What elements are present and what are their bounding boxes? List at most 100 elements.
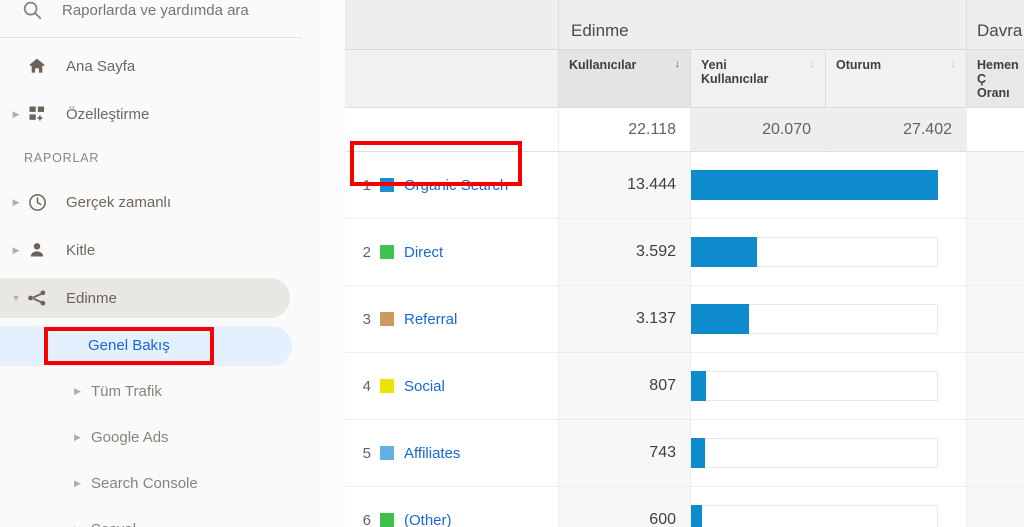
table-row[interactable]: 5 Affiliates 743 [345,420,1024,487]
sidebar-item-gercek-zamanli[interactable]: ▶ Gerçek zamanlı [0,178,322,226]
chevron-right-icon[interactable]: ▶ [74,386,83,396]
cell-bounce-rate [966,353,1024,419]
search-divider [0,37,302,38]
sidebar-item-genel-bakis[interactable]: Genel Bakış [0,322,322,368]
cell-users-value: 3.592 [558,219,690,285]
sidebar-item-label: Özelleştirme [66,105,150,123]
sidebar-item-label: Gerçek zamanlı [66,193,172,211]
channel-color-swatch [380,513,394,527]
cell-users-bar [690,152,966,218]
cell-users-bar [690,420,966,486]
row-rank: 2 [362,243,371,261]
chevron-right-icon[interactable]: ▶ [10,109,22,119]
bar-track [691,304,938,334]
sidebar-item-sosyal[interactable]: ▶ Sosyal [0,506,322,527]
channel-name-link[interactable]: Affiliates [404,445,460,462]
cell-bounce-rate [966,420,1024,486]
column-header-sessions[interactable]: Oturum ↓ [825,50,966,107]
cell-users-value: 13.444 [558,152,690,218]
cell-bounce-rate [966,286,1024,352]
channel-name-link[interactable]: Referral [404,311,457,328]
search-input[interactable] [62,1,292,19]
group-header-acquisition: Edinme [558,0,966,49]
cell-bounce-rate [966,487,1024,527]
table-row[interactable]: 6 (Other) 600 [345,487,1024,527]
chevron-right-icon[interactable]: ▶ [74,478,83,488]
home-icon [24,54,50,78]
column-header-users[interactable]: Kullanıcılar ↓ [558,50,690,107]
sidebar-item-ozellestirme[interactable]: ▶ Özelleştirme [0,90,322,138]
sort-icon[interactable]: ↓ [951,59,957,70]
table-column-header-row: Kullanıcılar ↓ Yeni Kullanıcılar ↓ Oturu… [345,50,1024,108]
column-header-dimension[interactable] [345,50,558,107]
column-header-new-users[interactable]: Yeni Kullanıcılar ↓ [690,50,825,107]
cell-dimension: 2 Direct [345,219,558,285]
chevron-down-icon[interactable]: ▼ [10,293,22,303]
table-row[interactable]: 1 Organic Search 13.444 [345,152,1024,219]
table-body: 1 Organic Search 13.444 2 Direct 3.592 3 Referr… [345,152,1024,527]
bar-track [691,371,938,401]
bar-fill [691,371,706,401]
chevron-right-icon[interactable]: ▶ [74,432,83,442]
channel-color-swatch [380,178,394,192]
left-sidebar: Ana Sayfa ▶ Özelleştirme RAPORLAR [0,0,322,527]
bar-fill [691,237,757,267]
bar-fill [691,505,702,527]
total-dimension [345,108,558,151]
sidebar-item-kitle[interactable]: ▶ Kitle [0,226,322,274]
cell-users-bar [690,286,966,352]
bar-track [691,170,938,200]
person-icon [24,238,50,262]
analytics-acquisition-overview: Ana Sayfa ▶ Özelleştirme RAPORLAR [0,0,1024,527]
cell-bounce-rate [966,219,1024,285]
sidebar-item-label: Ana Sayfa [66,57,136,75]
channel-color-swatch [380,245,394,259]
table-row[interactable]: 3 Referral 3.137 [345,286,1024,353]
cell-bounce-rate [966,152,1024,218]
sidebar-subitem-label: Sosyal [91,521,136,527]
sidebar-item-ana-sayfa[interactable]: Ana Sayfa [0,42,322,90]
row-rank: 6 [362,511,371,527]
cell-dimension: 3 Referral [345,286,558,352]
clock-icon [24,190,50,214]
table-group-header-row: Edinme Davra [345,0,1024,50]
channel-name-link[interactable]: Social [404,378,445,395]
cell-users-value: 600 [558,487,690,527]
channel-name-link[interactable]: (Other) [404,512,452,527]
chevron-right-icon[interactable]: ▶ [10,197,22,207]
cell-users-value: 807 [558,353,690,419]
channel-name-link[interactable]: Organic Search [404,177,508,194]
cell-dimension: 4 Social [345,353,558,419]
sidebar-item-tum-trafik[interactable]: ▶ Tüm Trafik [0,368,322,414]
table-totals-row: 22.118 20.070 27.402 [345,108,1024,152]
sidebar-item-label: Edinme [66,289,117,307]
sort-icon[interactable]: ↓ [810,59,816,70]
bar-track [691,237,938,267]
cell-dimension: 5 Affiliates [345,420,558,486]
column-header-bounce-rate[interactable]: Hemen Ç Oranı [966,50,1024,107]
cell-dimension: 6 (Other) [345,487,558,527]
cell-users-bar [690,219,966,285]
table-row[interactable]: 4 Social 807 [345,353,1024,420]
total-users: 22.118 [558,108,690,151]
bar-fill [691,438,705,468]
sidebar-item-google-ads[interactable]: ▶ Google Ads [0,414,322,460]
sidebar-item-search-console[interactable]: ▶ Search Console [0,460,322,506]
row-rank: 1 [362,176,371,194]
sort-desc-icon[interactable]: ↓ [675,59,681,70]
cell-users-bar [690,353,966,419]
row-rank: 3 [362,310,371,328]
table-row[interactable]: 2 Direct 3.592 [345,219,1024,286]
sidebar-subitem-label: Google Ads [91,428,169,446]
cell-users-value: 3.137 [558,286,690,352]
chevron-right-icon[interactable]: ▶ [10,245,22,255]
total-new-users: 20.070 [690,108,825,151]
section-header-raporlar: RAPORLAR [24,151,100,165]
search-bar[interactable] [0,0,322,32]
sidebar-item-edinme[interactable]: ▼ Edinme [0,274,322,322]
sidebar-subitem-label: Search Console [91,474,198,492]
sidebar-item-label: Kitle [66,241,96,259]
channel-name-link[interactable]: Direct [404,244,443,261]
customization-icon [24,102,50,126]
bar-track [691,438,938,468]
